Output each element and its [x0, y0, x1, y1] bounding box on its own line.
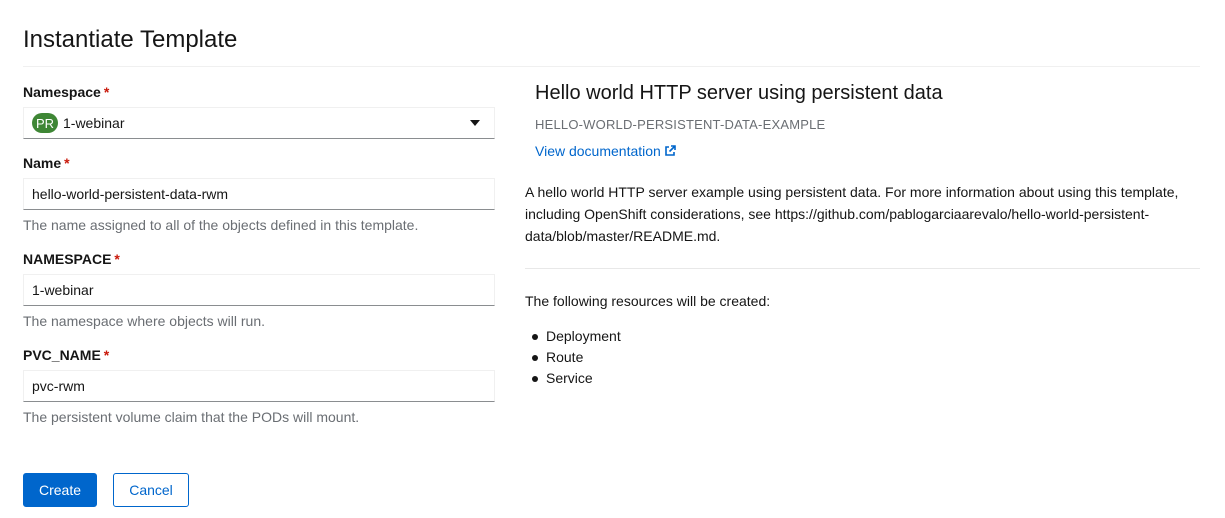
resources-intro: The following resources will be created: [525, 293, 771, 309]
namespace-param-help: The namespace where objects will run. [23, 313, 266, 329]
cancel-button[interactable]: Cancel [113, 473, 189, 507]
external-link-icon [665, 145, 676, 156]
namespace-param-group: NAMESPACE * 1-webinar The namespace where… [23, 249, 495, 331]
view-documentation-link[interactable]: View documentation [535, 143, 676, 159]
create-button[interactable]: Create [23, 473, 97, 507]
name-input-value: hello-world-persistent-data-rwm [32, 186, 229, 202]
bullet-icon [532, 333, 538, 340]
namespace-label-text: Namespace [23, 84, 101, 100]
resource-name: Service [546, 370, 593, 386]
pvc-name-label: PVC_NAME * [23, 345, 495, 365]
list-item: Service [525, 368, 621, 389]
name-label-text: Name [23, 155, 62, 171]
resource-name: Deployment [546, 328, 621, 344]
resources-list: Deployment Route Service [525, 326, 621, 389]
template-name: Hello world HTTP server using persistent… [535, 82, 943, 104]
bullet-icon [532, 354, 538, 361]
required-mark: * [103, 347, 110, 363]
pvc-name-help: The persistent volume claim that the POD… [23, 409, 360, 425]
namespace-param-label: NAMESPACE * [23, 249, 495, 269]
page-title: Instantiate Template [23, 26, 238, 53]
project-badge: PR [32, 113, 58, 133]
required-mark: * [64, 155, 70, 171]
pvc-name-group: PVC_NAME * pvc-rwm The persistent volume … [23, 345, 495, 427]
pvc-name-input[interactable]: pvc-rwm [23, 370, 495, 402]
instantiate-form: Namespace * PR 1-webinar Name * hello-worl… [23, 82, 495, 441]
pvc-name-value: pvc-rwm [32, 378, 85, 394]
pvc-name-label-text: PVC_NAME [23, 347, 101, 363]
resource-name: Route [546, 349, 584, 365]
template-id: HELLO-WORLD-PERSISTENT-DATA-EXAMPLE [535, 117, 826, 132]
view-documentation-text: View documentation [535, 143, 661, 159]
name-group: Name * hello-world-persistent-data-rwm Th… [23, 153, 495, 235]
namespace-value: 1-webinar [63, 115, 125, 131]
description-divider [525, 268, 1200, 269]
title-divider [23, 66, 1200, 67]
name-label: Name * [23, 153, 495, 173]
required-mark: * [103, 84, 110, 100]
namespace-select-value: PR 1-webinar [32, 113, 124, 133]
namespace-param-label-text: NAMESPACE [23, 251, 112, 267]
list-item: Deployment [525, 326, 621, 347]
bullet-icon [532, 375, 538, 382]
caret-down-icon [470, 120, 480, 126]
form-actions: Create Cancel [23, 473, 189, 507]
namespace-select[interactable]: PR 1-webinar [23, 107, 495, 139]
namespace-param-input[interactable]: 1-webinar [23, 274, 495, 306]
template-description: A hello world HTTP server example using … [525, 184, 1179, 244]
namespace-group: Namespace * PR 1-webinar [23, 82, 495, 139]
namespace-param-value: 1-webinar [32, 282, 94, 298]
name-help: The name assigned to all of the objects … [23, 217, 419, 233]
namespace-label: Namespace * [23, 82, 495, 102]
required-mark: * [114, 251, 120, 267]
name-input[interactable]: hello-world-persistent-data-rwm [23, 178, 495, 210]
list-item: Route [525, 347, 621, 368]
